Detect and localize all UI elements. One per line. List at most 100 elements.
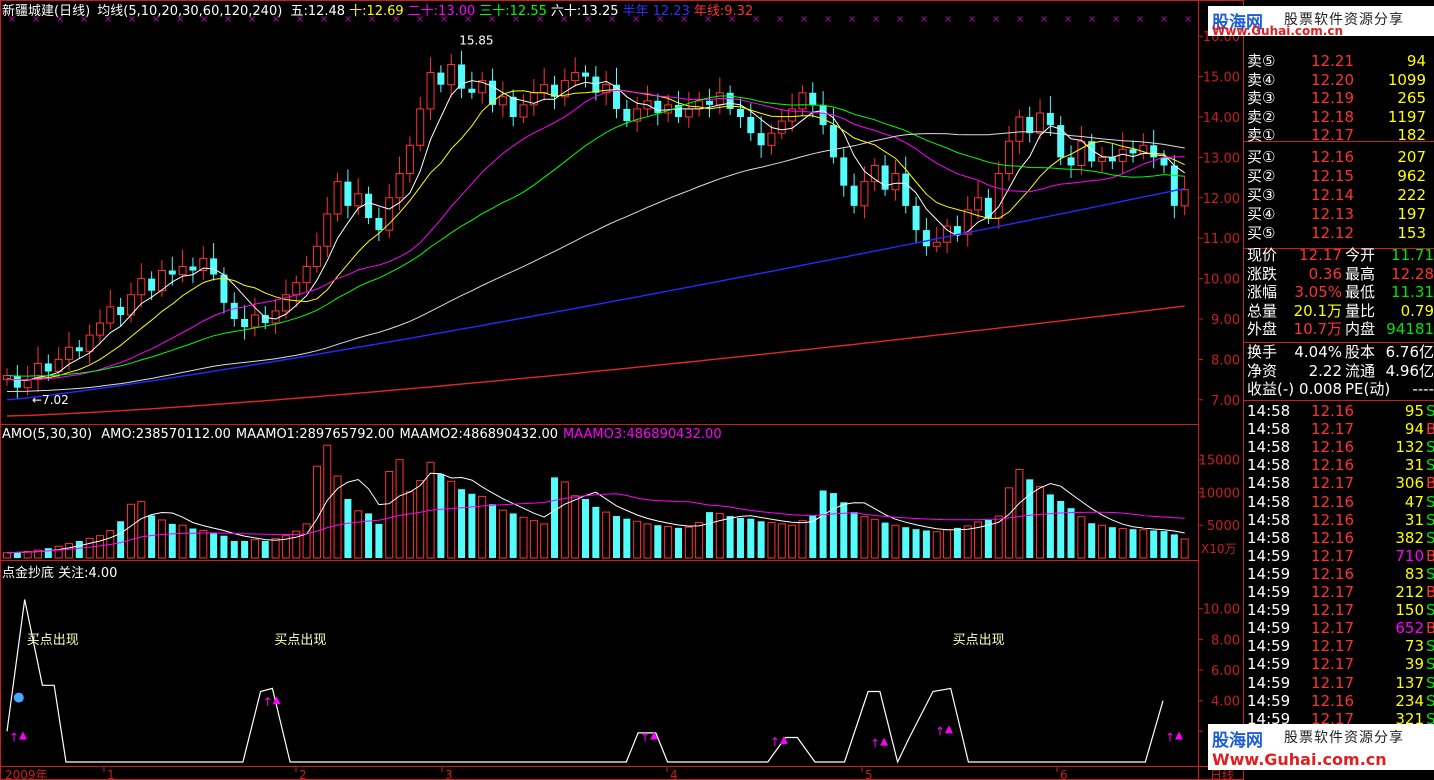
date-label: 2 bbox=[299, 768, 307, 780]
sell-label: 卖⑤ bbox=[1247, 52, 1276, 70]
volume-bar bbox=[1057, 500, 1065, 558]
volume-bar bbox=[468, 493, 476, 558]
volume-bar bbox=[117, 521, 125, 558]
ma-values: 五:12.48 十:12.69 二十:13.00 三十:12.55 六十:13.25 半年… bbox=[286, 4, 753, 19]
high-price-label: 15.85 bbox=[459, 33, 493, 47]
ind-tick-label: 6.00 bbox=[1211, 664, 1240, 679]
volume-bar bbox=[705, 512, 713, 558]
tick-row: 14:58 12.16 132 S bbox=[1244, 438, 1434, 456]
price-tick-label: 9.00 bbox=[1211, 313, 1240, 328]
tick-price: 12.17 bbox=[1311, 619, 1354, 638]
volume-bar bbox=[199, 529, 208, 559]
candle-body bbox=[210, 258, 218, 275]
date-label: 5 bbox=[865, 768, 873, 780]
volume-bar bbox=[509, 513, 517, 558]
price-tick-label: 15.00 bbox=[1203, 71, 1240, 86]
candle-body bbox=[922, 230, 930, 247]
tick-volume: 73 bbox=[1404, 637, 1424, 656]
volume-bar bbox=[1026, 479, 1034, 558]
candle-body bbox=[54, 358, 63, 373]
candle-body bbox=[1057, 125, 1065, 158]
quote-value: 94181 bbox=[1386, 320, 1434, 339]
sell-row: 卖③ 12.19 265 bbox=[1244, 89, 1434, 107]
volume-bar bbox=[602, 511, 611, 559]
info-marker: × bbox=[968, 14, 976, 25]
volume-bar bbox=[489, 504, 497, 558]
candle-body bbox=[1015, 116, 1024, 142]
quote-row: 净资 2.22 流通 4.96亿 bbox=[1244, 362, 1434, 380]
volume-bar bbox=[953, 527, 961, 558]
quote-value: 11.31 bbox=[1391, 283, 1434, 302]
amo-value-3: MAAMO3:486890432.00 bbox=[563, 427, 722, 442]
tick-row: 14:59 12.17 212 B bbox=[1244, 583, 1434, 601]
volume-bar bbox=[654, 525, 662, 558]
tick-price: 12.17 bbox=[1311, 673, 1354, 692]
vol-tick-label: 10000 bbox=[1199, 486, 1240, 501]
info-marker: × bbox=[776, 14, 784, 25]
info-marker: × bbox=[944, 14, 952, 25]
buy-triangle bbox=[19, 731, 27, 740]
info-marker: × bbox=[1040, 14, 1048, 25]
volume-bar bbox=[674, 527, 682, 558]
volume-bar bbox=[271, 537, 280, 559]
candle-body bbox=[447, 63, 456, 86]
volume-header: AMO(5,30,30) AMO:238570112.00 MAAMO1:2897… bbox=[2, 427, 722, 442]
candle-body bbox=[953, 226, 961, 235]
volume-bar bbox=[1015, 469, 1024, 559]
candle-body bbox=[178, 265, 187, 276]
candle-body bbox=[850, 185, 858, 206]
sell-volume: 265 bbox=[1397, 89, 1426, 107]
volume-bar bbox=[498, 509, 507, 559]
candle-body bbox=[1046, 112, 1054, 126]
volume-bar bbox=[881, 522, 889, 558]
amo-value-1: MAAMO1:289765792.00 bbox=[235, 427, 395, 442]
volume-bar bbox=[932, 531, 941, 559]
kline-chart[interactable]: 买点出现 买点出现 买点出现 ↑ ↑ ↑ ↑ ↑ ↑ ↑ 7.00 8.00 9.00 10.00 11.… bbox=[0, 0, 1434, 780]
buy-volume: 207 bbox=[1397, 148, 1426, 166]
ind-tick-label: 4.00 bbox=[1211, 695, 1240, 710]
tick-time: 14:58 bbox=[1247, 492, 1291, 511]
sell-volume: 182 bbox=[1397, 126, 1426, 144]
ind-tick-label: 8.00 bbox=[1211, 633, 1240, 648]
info-marker: × bbox=[872, 14, 880, 25]
volume-bar bbox=[943, 529, 952, 559]
volume-bar bbox=[1170, 534, 1178, 558]
candle-body bbox=[891, 173, 900, 191]
tick-volume: 132 bbox=[1395, 438, 1424, 457]
buy-triangle bbox=[1175, 731, 1183, 740]
volume-bar bbox=[1077, 516, 1086, 559]
volume-bar bbox=[870, 518, 879, 559]
date-label: 4 bbox=[670, 768, 678, 780]
tick-price: 12.17 bbox=[1311, 601, 1354, 620]
candle-body bbox=[395, 173, 404, 199]
buy-triangle bbox=[944, 725, 953, 734]
tick-volume: 382 bbox=[1395, 528, 1424, 547]
ma-title: 均线(5,10,20,30,60,120,240) bbox=[97, 4, 283, 19]
buy-signal-label: 买点出现 bbox=[274, 633, 326, 648]
candle-body bbox=[44, 363, 52, 372]
price-tick-label: 12.00 bbox=[1203, 192, 1240, 207]
candle-body bbox=[1026, 117, 1034, 134]
quote-row: 收益(-) 0.008 PE(动) ---- bbox=[1244, 380, 1434, 398]
ma-line-30 bbox=[6, 95, 1185, 377]
volume-bar bbox=[250, 539, 259, 559]
buy-volume: 962 bbox=[1397, 167, 1426, 185]
candle-body bbox=[902, 173, 910, 206]
vol-tick-label: 5000 bbox=[1207, 519, 1240, 534]
quote-row: 涨跌 0.36 最高 12.28 bbox=[1244, 265, 1434, 283]
candle-body bbox=[994, 173, 1003, 219]
sell-row: 卖② 12.18 1197 bbox=[1244, 108, 1434, 126]
info-marker: × bbox=[1184, 14, 1192, 25]
volume-bar bbox=[963, 525, 972, 559]
tick-row: 14:58 12.17 94 B bbox=[1244, 420, 1434, 438]
url-text: Www.Guhai.com.cn bbox=[1212, 750, 1387, 769]
quote-label: 内盘 bbox=[1345, 320, 1376, 339]
candle-body bbox=[426, 72, 435, 110]
candle-body bbox=[416, 108, 425, 146]
volume-bar bbox=[829, 493, 837, 558]
quote-value: ---- bbox=[1412, 380, 1434, 399]
candle-body bbox=[840, 157, 848, 186]
volume-bar bbox=[1150, 530, 1158, 558]
tick-direction: S bbox=[1426, 673, 1434, 692]
tick-volume: 31 bbox=[1404, 456, 1424, 475]
